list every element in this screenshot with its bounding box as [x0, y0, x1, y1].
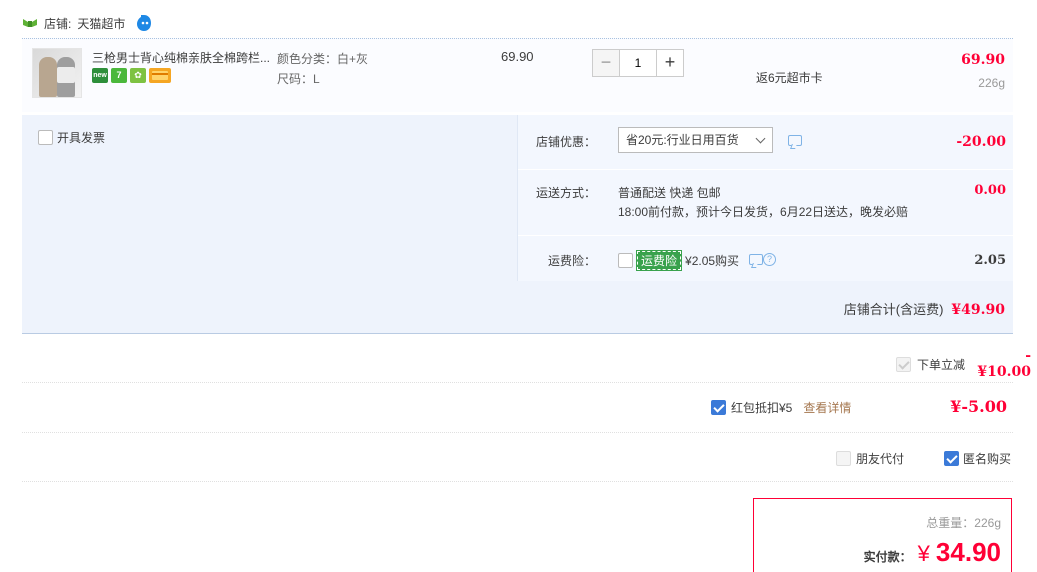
seven-day-return-icon: 7: [111, 68, 127, 83]
quantity-stepper: − +: [592, 49, 684, 77]
order-discount-amount: -¥10.00: [977, 348, 1031, 380]
help-icon[interactable]: ?: [763, 253, 776, 266]
friend-pay-option[interactable]: 朋友代付: [836, 450, 904, 467]
shipping-note: 18:00前付款，预计今日发货，6月22日送达，晚发必赔: [618, 205, 909, 219]
unit-price: 69.90: [501, 49, 534, 64]
friend-pay-checkbox[interactable]: [836, 451, 851, 466]
quantity-input[interactable]: [620, 50, 656, 76]
item-weight: 226g: [978, 76, 1005, 90]
insurance-checkbox[interactable]: [618, 253, 633, 268]
insurance-option: 运费险 ¥2.05购买: [618, 250, 740, 271]
sku-size: 尺码：L: [277, 72, 320, 86]
order-discount-checkbox: [895, 356, 911, 372]
quantity-input-wrap: [620, 49, 656, 77]
shop-label: 店铺:: [44, 16, 72, 31]
insurance-price: ¥2.05购买: [685, 254, 740, 268]
new-badge-icon: new: [92, 68, 108, 83]
sku-info: 颜色分类：白+灰 尺码：L: [277, 49, 368, 89]
insurance-tag: 运费险: [635, 250, 683, 271]
actual-payment-amount: 34.90: [935, 537, 1001, 567]
rebate-text: 返6元超市卡: [756, 71, 823, 85]
shop-total-label: 店铺合计(含运费): [843, 302, 944, 317]
tmall-shop-icon: [23, 19, 37, 27]
anonymous-option[interactable]: 匿名购买: [944, 450, 1011, 467]
order-services-panel: 开具发票 店铺优惠： 省20元:行业日用百货 -20.00 运送方式： 普通配送…: [22, 115, 1014, 334]
divider: [22, 432, 1013, 433]
red-packet-row: 红包抵扣¥5 查看详情: [711, 399, 851, 416]
red-packet-amount: ¥-5.00: [950, 397, 1007, 416]
message-icon[interactable]: [788, 135, 802, 146]
shop-header: 店铺: 天猫超市: [22, 14, 153, 32]
insurance-row: 运费险： 运费险 ¥2.05购买 ? 2.05: [518, 236, 1014, 281]
shop-options-panel: 店铺优惠： 省20元:行业日用百货 -20.00 运送方式： 普通配送 快递 包…: [517, 115, 1014, 281]
product-thumbnail[interactable]: [32, 48, 82, 98]
anonymous-label: 匿名购买: [963, 452, 1012, 466]
shop-discount-selected: 省20元:行业日用百货: [626, 133, 739, 147]
sku-color: 颜色分类：白+灰: [277, 52, 369, 66]
order-discount-row: 下单立减 -¥10.00: [895, 348, 1031, 380]
shipping-amount: 0.00: [974, 183, 1006, 198]
divider: [22, 382, 1013, 383]
insurance-amount: 2.05: [974, 253, 1006, 268]
message-icon[interactable]: [749, 254, 763, 265]
chevron-down-icon: [755, 133, 766, 144]
invoice-label: 开具发票: [57, 131, 106, 145]
shop-total: 店铺合计(含运费) ¥49.90: [844, 299, 1005, 318]
divider: [22, 481, 1013, 482]
quantity-decrease-button[interactable]: −: [592, 49, 620, 77]
shop-total-amount: ¥49.90: [951, 302, 1005, 318]
shop-discount-label: 店铺优惠：: [535, 135, 596, 149]
total-weight-label: 总重量：: [926, 516, 975, 530]
wangwang-chat-icon[interactable]: [135, 14, 153, 32]
insurance-label: 运费险：: [547, 254, 596, 268]
total-weight-value: 226g: [974, 516, 1001, 530]
shipping-row: 运送方式： 普通配送 快递 包邮 18:00前付款，预计今日发货，6月22日送达…: [518, 170, 1014, 236]
invoice-checkbox[interactable]: [38, 130, 53, 145]
shop-discount-row: 店铺优惠： 省20元:行业日用百货 -20.00: [518, 115, 1014, 170]
service-badges: new 7 ✿: [92, 68, 171, 83]
payment-summary: 总重量：226g 实付款： ¥ 34.90: [753, 498, 1012, 572]
card-badge-icon: [149, 68, 171, 83]
product-title-link[interactable]: 三枪男士背心纯棉亲肤全棉跨栏...: [92, 49, 272, 66]
actual-payment: 实付款： ¥ 34.90: [864, 537, 1001, 568]
red-packet-details-link[interactable]: 查看详情: [803, 399, 851, 416]
actual-payment-label: 实付款：: [863, 550, 912, 564]
friend-pay-label: 朋友代付: [856, 452, 905, 466]
shop-name-link[interactable]: 天猫超市: [77, 15, 125, 32]
shipping-label: 运送方式：: [535, 186, 596, 200]
order-discount-label: 下单立减: [916, 357, 965, 372]
item-total-price: 69.90: [961, 52, 1005, 68]
shipping-info: 普通配送 快递 包邮 18:00前付款，预计今日发货，6月22日送达，晚发必赔: [618, 184, 908, 222]
anonymous-checkbox[interactable]: [944, 451, 959, 466]
shipping-method: 普通配送 快递 包邮: [618, 186, 721, 200]
red-packet-label: 红包抵扣¥5: [731, 401, 793, 415]
currency-symbol: ¥: [917, 541, 930, 566]
quantity-increase-button[interactable]: +: [656, 49, 684, 77]
gift-badge-icon: ✿: [130, 68, 146, 83]
total-weight: 总重量：226g: [926, 514, 1001, 531]
invoice-option[interactable]: 开具发票: [38, 129, 105, 146]
shop-discount-amount: -20.00: [956, 134, 1006, 150]
shop-discount-select[interactable]: 省20元:行业日用百货: [618, 127, 773, 153]
red-packet-checkbox[interactable]: [711, 400, 726, 415]
order-item-row: 三枪男士背心纯棉亲肤全棉跨栏... new 7 ✿ 颜色分类：白+灰 尺码：L …: [22, 38, 1013, 112]
